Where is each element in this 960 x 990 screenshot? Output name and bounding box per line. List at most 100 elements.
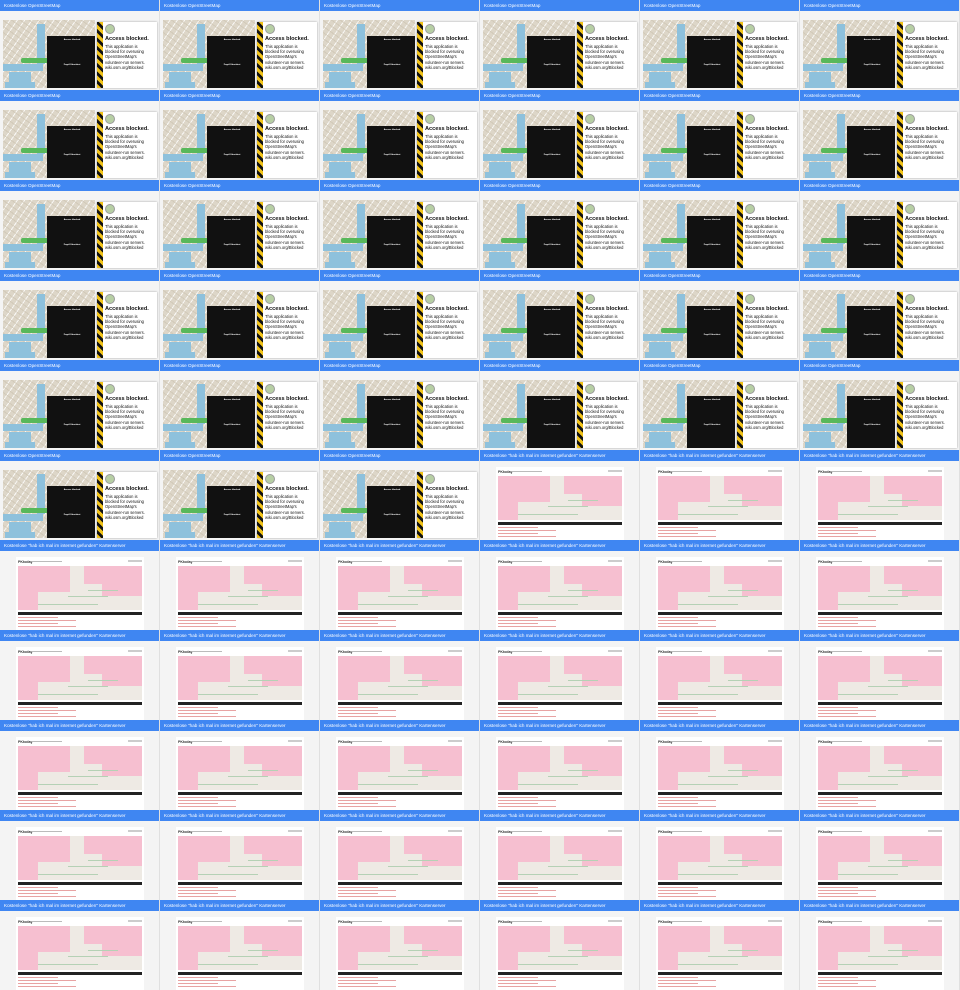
table-row xyxy=(818,803,858,804)
zone-area xyxy=(338,566,390,592)
screenshot-tile[interactable]: Kostenlose "hab ich mal im internet gefu… xyxy=(640,720,800,810)
screenshot-tile[interactable]: Kostenlose "hab ich mal im internet gefu… xyxy=(160,810,320,900)
road-line xyxy=(868,956,908,957)
water-area xyxy=(5,262,35,268)
notice-title: Access blocked. xyxy=(265,36,309,42)
blocked-notice: Access blocked. This application is blocke… xyxy=(97,22,157,88)
zone-area xyxy=(564,836,622,854)
screenshot-tile[interactable]: Kostenlose "hab ich mal im internet gefu… xyxy=(480,900,640,990)
map-thumbnail: Access blocked Zugriff blockiert xyxy=(483,380,575,448)
screenshot-tile[interactable]: Kostenlose OpenStreetMap Access blocked Zu… xyxy=(640,270,800,360)
map-page-thumbnail: PKtoday xyxy=(496,917,624,990)
tile-header: Kostenlose "hab ich mal im internet gefu… xyxy=(800,630,959,641)
screenshot-tile[interactable]: Kostenlose OpenStreetMap Access blocked Zu… xyxy=(320,360,480,450)
screenshot-tile[interactable]: Kostenlose "hab ich mal im internet gefu… xyxy=(0,540,160,630)
screenshot-tile[interactable]: Kostenlose OpenStreetMap Access blocked Zu… xyxy=(320,90,480,180)
screenshot-tile[interactable]: Kostenlose "hab ich mal im internet gefu… xyxy=(160,720,320,810)
screenshot-tile[interactable]: Kostenlose "hab ich mal im internet gefu… xyxy=(640,630,800,720)
message-line: wiki.osm.org/Blocked xyxy=(745,334,784,340)
screenshot-tile[interactable]: Kostenlose "hab ich mal im internet gefu… xyxy=(160,900,320,990)
screenshot-tile[interactable]: Kostenlose "hab ich mal im internet gefu… xyxy=(800,630,960,720)
table-row xyxy=(818,617,858,618)
screenshot-tile[interactable]: Kostenlose OpenStreetMap Access blocked Zu… xyxy=(800,0,960,90)
screenshot-tile[interactable]: Kostenlose OpenStreetMap Access blocked Zu… xyxy=(0,450,160,540)
screenshot-tile[interactable]: Kostenlose "hab ich mal im internet gefu… xyxy=(800,540,960,630)
screenshot-tile[interactable]: Kostenlose "hab ich mal im internet gefu… xyxy=(800,810,960,900)
screenshot-tile[interactable]: Kostenlose OpenStreetMap Access blocked Zu… xyxy=(0,270,160,360)
screenshot-tile[interactable]: Kostenlose "hab ich mal im internet gefu… xyxy=(480,450,640,540)
road-line xyxy=(888,680,918,681)
screenshot-tile[interactable]: Kostenlose "hab ich mal im internet gefu… xyxy=(320,900,480,990)
screenshot-tile[interactable]: Kostenlose OpenStreetMap Access blocked Zu… xyxy=(320,0,480,90)
screenshot-tile[interactable]: Kostenlose "hab ich mal im internet gefu… xyxy=(320,540,480,630)
screenshot-tile[interactable]: Kostenlose OpenStreetMap Access blocked Zu… xyxy=(160,0,320,90)
screenshot-tile[interactable]: Kostenlose OpenStreetMap Access blocked Zu… xyxy=(160,90,320,180)
screenshot-tile[interactable]: Kostenlose OpenStreetMap Access blocked Zu… xyxy=(0,180,160,270)
screenshot-tile[interactable]: Kostenlose "hab ich mal im internet gefu… xyxy=(320,810,480,900)
screenshot-tile[interactable]: Kostenlose "hab ich mal im internet gefu… xyxy=(320,720,480,810)
screenshot-tile[interactable]: Kostenlose OpenStreetMap Access blocked Zu… xyxy=(800,270,960,360)
screenshot-tile[interactable]: Kostenlose OpenStreetMap Access blocked Zu… xyxy=(480,0,640,90)
screenshot-tile[interactable]: Kostenlose OpenStreetMap Access blocked Zu… xyxy=(320,180,480,270)
screenshot-tile[interactable]: Kostenlose "hab ich mal im internet gefu… xyxy=(0,720,160,810)
screenshot-tile[interactable]: Kostenlose OpenStreetMap Access blocked Zu… xyxy=(160,180,320,270)
water-area xyxy=(323,334,363,341)
search-bar xyxy=(192,561,222,562)
toolbar-icons xyxy=(768,650,782,652)
screenshot-tile[interactable]: Kostenlose "hab ich mal im internet gefu… xyxy=(800,450,960,540)
screenshot-tile[interactable]: Kostenlose "hab ich mal im internet gefu… xyxy=(640,810,800,900)
warning-stripes xyxy=(737,382,743,448)
screenshot-tile[interactable]: Kostenlose "hab ich mal im internet gefu… xyxy=(640,900,800,990)
screenshot-tile[interactable]: Kostenlose OpenStreetMap Access blocked Zu… xyxy=(0,0,160,90)
blocked-overlay-text: Access blocked xyxy=(543,129,561,131)
blocked-overlay: Access blocked Zugriff blockiert xyxy=(687,216,735,268)
screenshot-tile[interactable]: Kostenlose "hab ich mal im internet gefu… xyxy=(800,720,960,810)
blocked-overlay-text: Access blocked xyxy=(223,309,241,311)
screenshot-tile[interactable]: Kostenlose OpenStreetMap Access blocked Zu… xyxy=(800,90,960,180)
screenshot-tile[interactable]: Kostenlose "hab ich mal im internet gefu… xyxy=(640,540,800,630)
road-line xyxy=(568,770,598,771)
screenshot-tile[interactable]: Kostenlose OpenStreetMap Access blocked Zu… xyxy=(800,180,960,270)
blocked-overlay-text: Zugriff blockiert xyxy=(703,64,721,66)
screenshot-tile[interactable]: Kostenlose OpenStreetMap Access blocked Zu… xyxy=(640,180,800,270)
screenshot-tile[interactable]: Kostenlose "hab ich mal im internet gefu… xyxy=(0,810,160,900)
tile-body: PKtoday xyxy=(640,461,799,540)
screenshot-tile[interactable]: Kostenlose "hab ich mal im internet gefu… xyxy=(0,900,160,990)
screenshot-tile[interactable]: Kostenlose OpenStreetMap Access blocked Zu… xyxy=(320,270,480,360)
osm-magnifier-logo-icon xyxy=(585,294,595,304)
screenshot-tile[interactable]: Kostenlose "hab ich mal im internet gefu… xyxy=(160,630,320,720)
table-row xyxy=(658,710,716,711)
screenshot-tile[interactable]: Kostenlose "hab ich mal im internet gefu… xyxy=(480,810,640,900)
screenshot-tile[interactable]: Kostenlose "hab ich mal im internet gefu… xyxy=(640,450,800,540)
table-row xyxy=(818,713,858,714)
screenshot-tile[interactable]: Kostenlose "hab ich mal im internet gefu… xyxy=(160,540,320,630)
screenshot-tile[interactable]: Kostenlose OpenStreetMap Access blocked Zu… xyxy=(0,90,160,180)
road-line xyxy=(548,866,588,867)
screenshot-tile[interactable]: Kostenlose OpenStreetMap Access blocked Zu… xyxy=(480,360,640,450)
screenshot-tile[interactable]: Kostenlose OpenStreetMap Access blocked Zu… xyxy=(640,360,800,450)
screenshot-tile[interactable]: Kostenlose OpenStreetMap Access blocked Zu… xyxy=(480,180,640,270)
screenshot-tile[interactable]: Kostenlose OpenStreetMap Access blocked Zu… xyxy=(0,360,160,450)
osm-magnifier-logo-icon xyxy=(425,114,435,124)
zone-area xyxy=(338,926,390,952)
screenshot-tile[interactable]: Kostenlose OpenStreetMap Access blocked Zu… xyxy=(160,450,320,540)
blocked-overlay-text: Zugriff blockiert xyxy=(543,64,561,66)
screenshot-tile[interactable]: Kostenlose OpenStreetMap Access blocked Zu… xyxy=(640,0,800,90)
screenshot-tile[interactable]: Kostenlose OpenStreetMap Access blocked Zu… xyxy=(160,360,320,450)
table-header xyxy=(658,612,782,615)
notice-title: Access blocked. xyxy=(425,216,469,222)
screenshot-tile[interactable]: Kostenlose "hab ich mal im internet gefu… xyxy=(480,630,640,720)
screenshot-tile[interactable]: Kostenlose "hab ich mal im internet gefu… xyxy=(480,720,640,810)
screenshot-tile[interactable]: Kostenlose OpenStreetMap Access blocked Zu… xyxy=(640,90,800,180)
screenshot-tile[interactable]: Kostenlose "hab ich mal im internet gefu… xyxy=(0,630,160,720)
screenshot-tile[interactable]: Kostenlose "hab ich mal im internet gefu… xyxy=(320,630,480,720)
screenshot-tile[interactable]: Kostenlose OpenStreetMap Access blocked Zu… xyxy=(480,90,640,180)
screenshot-tile[interactable]: Kostenlose OpenStreetMap Access blocked Zu… xyxy=(480,270,640,360)
screenshot-tile[interactable]: Kostenlose OpenStreetMap Access blocked Zu… xyxy=(160,270,320,360)
screenshot-tile[interactable]: Kostenlose OpenStreetMap Access blocked Zu… xyxy=(800,360,960,450)
screenshot-tile[interactable]: Kostenlose "hab ich mal im internet gefu… xyxy=(480,540,640,630)
road-line xyxy=(88,770,118,771)
screenshot-tile[interactable]: Kostenlose OpenStreetMap Access blocked Zu… xyxy=(320,450,480,540)
blocked-overlay-text: Access blocked xyxy=(703,39,721,41)
screenshot-tile[interactable]: Kostenlose "hab ich mal im internet gefu… xyxy=(800,900,960,990)
